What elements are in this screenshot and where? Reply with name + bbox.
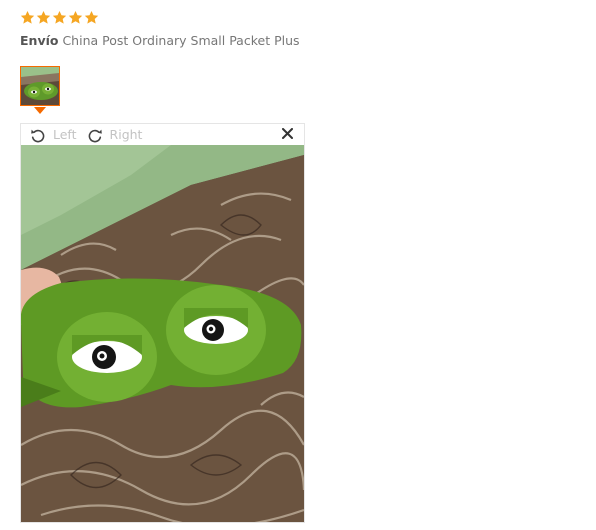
rotate-left-button[interactable]: Left xyxy=(30,127,77,143)
close-icon[interactable] xyxy=(282,128,293,139)
review-photo-thumbnail[interactable] xyxy=(20,66,60,106)
shipping-label: Envío xyxy=(20,33,59,48)
rotate-right-button[interactable]: Right xyxy=(87,127,143,143)
star-icon xyxy=(36,10,51,24)
shipping-method: China Post Ordinary Small Packet Plus xyxy=(62,33,300,48)
rotate-left-label: Left xyxy=(53,127,77,142)
shipping-info: Envío China Post Ordinary Small Packet P… xyxy=(20,33,300,48)
review-photo xyxy=(21,145,304,522)
selected-thumbnail-caret xyxy=(34,107,46,114)
viewer-toolbar: Left Right xyxy=(21,124,304,145)
image-viewer: Left Right xyxy=(20,123,305,523)
star-icon xyxy=(68,10,83,24)
rating-stars xyxy=(20,10,99,25)
rotate-left-icon xyxy=(31,129,45,142)
star-icon xyxy=(84,10,99,24)
star-icon xyxy=(20,10,35,24)
photo-thumbnail xyxy=(21,67,59,105)
rotate-right-label: Right xyxy=(109,127,143,142)
rotate-right-icon xyxy=(88,129,102,142)
star-icon xyxy=(52,10,67,24)
